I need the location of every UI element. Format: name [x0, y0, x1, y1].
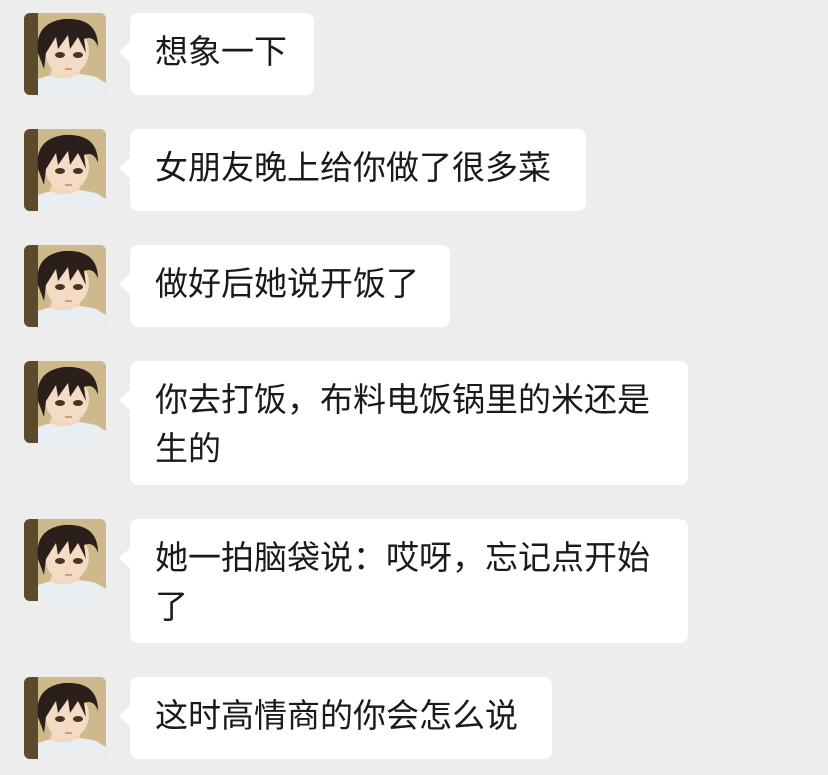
anime-boy-avatar-icon: [24, 245, 106, 327]
message-text: 这时高情商的你会怎么说: [155, 696, 518, 735]
message-text: 做好后她说开饭了: [155, 264, 419, 303]
message-bubble[interactable]: 想象一下: [119, 13, 314, 95]
anime-boy-avatar-icon: [24, 361, 106, 443]
message-bubble[interactable]: 她一拍脑袋说：哎呀，忘记点开始了: [119, 519, 688, 643]
avatar[interactable]: [24, 361, 106, 443]
avatar[interactable]: [24, 245, 106, 327]
avatar[interactable]: [24, 519, 106, 601]
avatar[interactable]: [24, 13, 106, 95]
message-bubble[interactable]: 做好后她说开饭了: [119, 245, 450, 327]
anime-boy-avatar-icon: [24, 129, 106, 211]
message-bubble[interactable]: 你去打饭，布料电饭锅里的米还是生的: [119, 361, 688, 485]
avatar[interactable]: [24, 677, 106, 759]
message-text: 你去打饭，布料电饭锅里的米还是生的: [155, 380, 650, 468]
anime-boy-avatar-icon: [24, 519, 106, 601]
chat-history: 想象一下 女朋友晚上给你做了很多菜 做好后她说开饭了 你去打饭，布料电饭锅里的米…: [0, 0, 828, 775]
message-bubble[interactable]: 这时高情商的你会怎么说: [119, 677, 552, 759]
anime-boy-avatar-icon: [24, 677, 106, 759]
message-text: 她一拍脑袋说：哎呀，忘记点开始了: [155, 538, 650, 626]
anime-boy-avatar-icon: [24, 13, 106, 95]
message-bubble[interactable]: 女朋友晚上给你做了很多菜: [119, 129, 586, 211]
message-text: 女朋友晚上给你做了很多菜: [155, 148, 551, 187]
avatar[interactable]: [24, 129, 106, 211]
message-text: 想象一下: [155, 32, 287, 71]
